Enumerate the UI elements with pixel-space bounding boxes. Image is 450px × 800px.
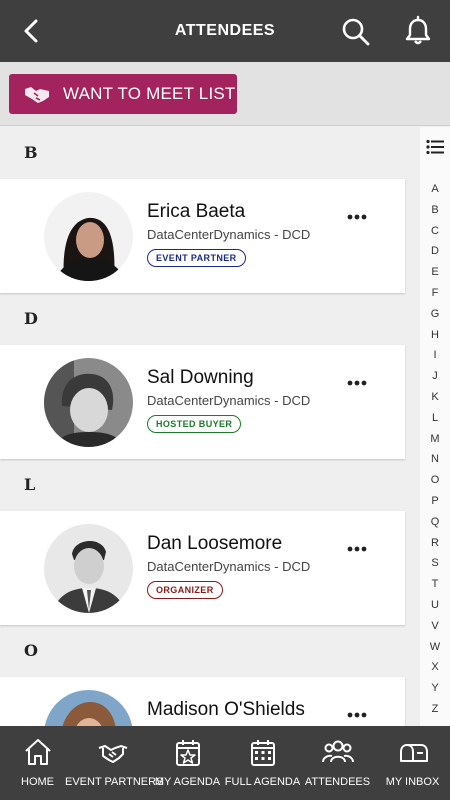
index-letter[interactable]: J (420, 366, 450, 387)
role-badge: HOSTED BUYER (147, 415, 242, 433)
index-letter[interactable]: C (420, 221, 450, 242)
index-letter[interactable]: N (420, 449, 450, 470)
section-header: D (24, 309, 38, 328)
index-letter[interactable]: E (420, 262, 450, 283)
nav-my-inbox[interactable]: MY INBOX (375, 726, 450, 800)
section-header: O (24, 641, 38, 660)
nav-full-agenda[interactable]: FULL AGENDA (225, 726, 300, 800)
index-letter[interactable]: K (420, 387, 450, 408)
home-icon (24, 739, 51, 765)
avatar (44, 358, 133, 447)
nav-home[interactable]: HOME (0, 726, 75, 800)
index-letter[interactable]: W (420, 637, 450, 658)
index-letter[interactable]: Y (420, 678, 450, 699)
list-view-icon[interactable] (426, 139, 444, 155)
attendee-card[interactable]: Sal Downing DataCenterDynamics - DCD HOS… (0, 345, 405, 459)
index-letter[interactable]: D (420, 241, 450, 262)
attendee-card[interactable]: Madison O'Shields (0, 677, 405, 727)
alphabet-index[interactable]: A B C D E F G H I J K L M N O P Q R S T … (420, 127, 450, 727)
index-letter[interactable]: V (420, 616, 450, 637)
attendee-name: Madison O'Shields (147, 699, 305, 720)
calendar-star-icon (175, 740, 200, 766)
role-badge: EVENT PARTNER (147, 249, 246, 267)
attendee-list[interactable]: B Erica Baeta DataCenterDynamics - DCD E… (0, 127, 420, 727)
more-options-icon[interactable] (347, 379, 367, 387)
index-letter[interactable]: Z (420, 699, 450, 720)
index-letter[interactable]: X (420, 657, 450, 678)
attendees-screen: ATTENDEES WANT TO MEET LIST B Erica Baet… (0, 0, 450, 800)
more-options-icon[interactable] (347, 711, 367, 719)
avatar (44, 192, 133, 281)
attendee-name: Erica Baeta (147, 201, 246, 222)
want-to-meet-bar: WANT TO MEET LIST (0, 62, 450, 126)
handshake-icon (25, 87, 49, 103)
index-letter[interactable]: F (420, 283, 450, 304)
index-letter[interactable]: Q (420, 512, 450, 533)
calendar-grid-icon (250, 740, 275, 766)
index-letter[interactable]: U (420, 595, 450, 616)
index-letter[interactable]: R (420, 533, 450, 554)
index-letter[interactable]: B (420, 200, 450, 221)
attendee-company: DataCenterDynamics - DCD (147, 559, 311, 574)
more-options-icon[interactable] (347, 213, 367, 221)
index-letter[interactable]: P (420, 491, 450, 512)
attendee-card[interactable]: Erica Baeta DataCenterDynamics - DCD EVE… (0, 179, 405, 293)
attendee-name: Sal Downing (147, 367, 254, 388)
index-letter[interactable]: A (420, 179, 450, 200)
nav-label: MY INBOX (385, 776, 440, 788)
section-header: B (24, 143, 38, 162)
more-options-icon[interactable] (347, 545, 367, 553)
index-letter[interactable]: S (420, 553, 450, 574)
index-letter[interactable]: T (420, 574, 450, 595)
section-header: L (24, 475, 36, 494)
bottom-navigation: HOME EVENT PARTNERS MY AGENDA FULL AGEND… (0, 726, 450, 800)
mailbox-icon (399, 744, 428, 762)
avatar (44, 690, 133, 727)
index-letter[interactable]: L (420, 408, 450, 429)
want-to-meet-label: WANT TO MEET LIST (63, 84, 236, 103)
index-letter[interactable]: M (420, 429, 450, 450)
index-letters: A B C D E F G H I J K L M N O P Q R S T … (420, 179, 450, 720)
notification-bell-icon[interactable] (402, 15, 434, 47)
nav-event-partners[interactable]: EVENT PARTNERS (65, 726, 163, 800)
index-letter[interactable]: I (420, 345, 450, 366)
page-title: ATTENDEES (174, 22, 276, 39)
attendee-card[interactable]: Dan Loosemore DataCenterDynamics - DCD O… (0, 511, 405, 625)
role-badge: ORGANIZER (147, 581, 223, 599)
attendee-company: DataCenterDynamics - DCD (147, 393, 311, 408)
index-letter[interactable]: H (420, 325, 450, 346)
index-letter[interactable]: O (420, 470, 450, 491)
avatar (44, 524, 133, 613)
index-letter[interactable]: G (420, 304, 450, 325)
handshake-icon (98, 744, 127, 763)
nav-my-agenda[interactable]: MY AGENDA (150, 726, 225, 800)
top-bar: ATTENDEES (0, 0, 450, 62)
want-to-meet-list-button[interactable]: WANT TO MEET LIST (9, 74, 237, 114)
attendee-name: Dan Loosemore (147, 533, 283, 554)
people-icon (321, 740, 354, 763)
attendee-company: DataCenterDynamics - DCD (147, 227, 311, 242)
search-icon[interactable] (340, 16, 372, 48)
nav-attendees[interactable]: ATTENDEES (300, 726, 375, 800)
